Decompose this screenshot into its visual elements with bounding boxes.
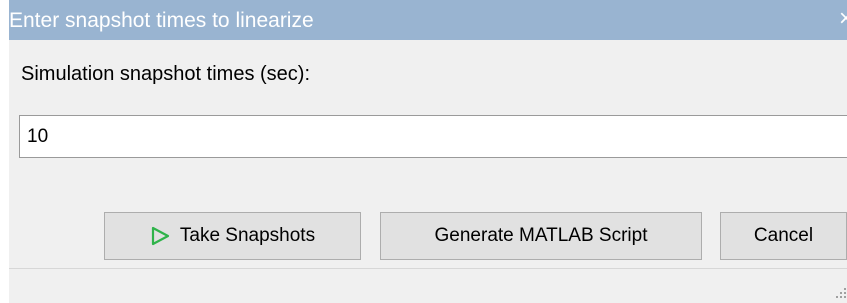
cancel-label: Cancel xyxy=(753,225,814,246)
generate-matlab-script-button[interactable]: Generate MATLAB Script xyxy=(380,212,702,260)
snapshot-times-input[interactable] xyxy=(19,115,847,158)
button-row: Take Snapshots Generate MATLAB Script Ca… xyxy=(9,212,847,260)
cancel-button[interactable]: Cancel xyxy=(720,212,847,260)
snapshot-times-label: Simulation snapshot times (sec): xyxy=(21,63,311,85)
take-snapshots-button[interactable]: Take Snapshots xyxy=(104,212,361,260)
generate-script-label: Generate MATLAB Script xyxy=(434,225,648,246)
play-icon xyxy=(151,226,169,246)
close-icon[interactable]: × xyxy=(839,7,847,31)
title-bar[interactable]: Enter snapshot times to linearize × xyxy=(9,0,847,40)
window-title: Enter snapshot times to linearize xyxy=(9,9,314,32)
resize-grip-icon[interactable] xyxy=(835,287,847,299)
take-snapshots-label: Take Snapshots xyxy=(179,225,316,246)
snapshot-dialog: Enter snapshot times to linearize × Simu… xyxy=(0,0,847,303)
status-bar xyxy=(9,268,847,303)
